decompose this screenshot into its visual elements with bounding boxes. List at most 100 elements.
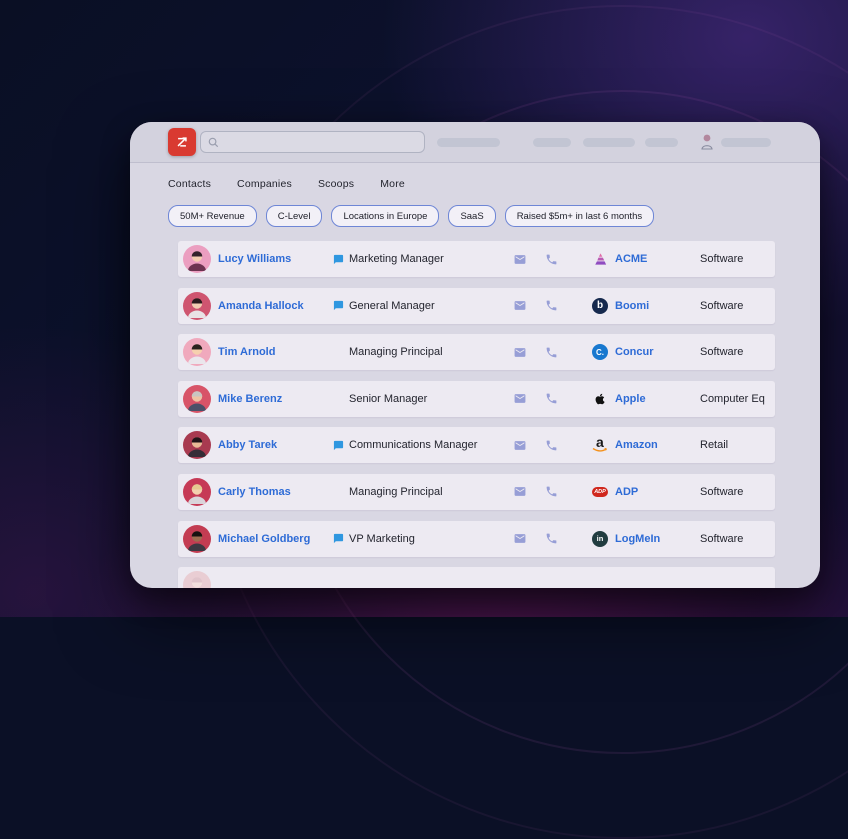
filter-chip-c-level[interactable]: C-Level [265,205,323,227]
scoop-indicator [333,474,349,510]
scoop-indicator [333,521,349,557]
speech-bubble-icon [333,301,344,311]
app-window: Contacts Companies Scoops More 50M+ Reve… [130,122,820,588]
avatar [183,571,211,588]
industry: Software [700,485,744,498]
email-icon[interactable] [512,288,538,324]
job-title: General Manager [349,299,435,312]
tab-companies[interactable]: Companies [237,178,292,190]
phone-icon[interactable] [538,521,592,557]
speech-bubble-icon [333,440,344,450]
filter-chip-locations[interactable]: Locations in Europe [331,205,440,227]
industry: Computer Eq [700,392,765,405]
job-title: Managing Principal [349,485,443,498]
industry: Retail [700,439,729,452]
email-icon[interactable] [512,241,538,277]
contact-name-link [218,567,333,588]
scoop-indicator [333,381,349,417]
tab-scoops[interactable]: Scoops [318,178,354,190]
nav-placeholder-pill [645,138,678,147]
tab-contacts[interactable]: Contacts [168,178,211,190]
job-title: Managing Principal [349,346,443,359]
phone-icon[interactable] [538,288,592,324]
scoop-indicator [333,288,349,324]
filter-chip-revenue[interactable]: 50M+ Revenue [168,205,257,227]
phone-icon[interactable] [538,241,592,277]
company-logo-logmein-icon: in [592,530,608,547]
magnifier-icon [208,137,219,147]
company-logo-amazon-icon: a [592,434,608,453]
tab-more[interactable]: More [380,178,405,190]
person-icon [701,134,713,150]
company-logo-acme-icon [592,251,608,267]
email-icon[interactable] [512,381,538,417]
job-title [349,567,512,588]
contact-name-link[interactable]: Abby Tarek [218,427,333,463]
industry: Software [700,253,744,265]
table-row[interactable]: Abby Tarek Communications Manager a Amaz… [178,427,775,464]
avatar[interactable] [183,338,211,367]
contacts-table: Lucy Williams Marketing Manager ACME Sof… [178,241,775,588]
table-row[interactable]: Mike Berenz Senior Manager Apple Compute… [178,380,775,417]
industry: Software [700,299,744,312]
company-name-link[interactable]: LogMeIn [615,533,660,545]
contact-name-link[interactable]: Mike Berenz [218,381,333,417]
search-bar[interactable] [200,131,425,153]
industry: Software [700,532,744,545]
table-row-partial[interactable] [178,567,775,588]
job-title: VP Marketing [349,532,415,545]
nav-placeholder-pill [437,138,500,147]
contact-name-link[interactable]: Amanda Hallock [218,288,333,324]
avatar[interactable] [183,431,211,460]
email-icon[interactable] [512,521,538,557]
company-logo-adp-icon: ADP [592,484,608,500]
company-name-link[interactable]: Amazon [615,439,658,451]
speech-bubble-icon [333,254,344,264]
company-logo-boomi-icon: b [592,297,608,314]
filter-chip-raised[interactable]: Raised $5m+ in last 6 months [504,205,655,227]
avatar[interactable] [183,384,211,413]
company-logo-concur-icon: C. [592,344,608,361]
filter-chip-saas[interactable]: SaaS [448,205,496,227]
main-tabs: Contacts Companies Scoops More [168,178,405,190]
company-name-link[interactable]: Boomi [615,300,649,312]
email-icon[interactable] [512,427,538,463]
phone-icon[interactable] [538,427,592,463]
company-logo-apple-icon [592,391,608,407]
company-name-link[interactable]: Concur [615,346,654,358]
phone-icon[interactable] [538,474,592,510]
table-row[interactable]: Tim Arnold Managing Principal C. Concur … [178,334,775,371]
email-icon[interactable] [512,334,538,370]
filter-chips: 50M+ Revenue C-Level Locations in Europe… [168,205,655,227]
table-row[interactable]: Lucy Williams Marketing Manager ACME Sof… [178,241,775,277]
industry: Software [700,346,744,359]
avatar[interactable] [183,291,211,320]
search-input[interactable] [225,135,417,149]
contact-name-link[interactable]: Tim Arnold [218,334,333,370]
contact-name-link[interactable]: Michael Goldberg [218,521,333,557]
contact-name-link[interactable]: Lucy Williams [218,241,333,277]
avatar[interactable] [183,477,211,506]
zoominfo-logo-icon[interactable] [168,128,196,156]
email-icon[interactable] [512,474,538,510]
app-header [130,122,820,163]
table-row[interactable]: Amanda Hallock General Manager b Boomi S… [178,287,775,324]
phone-icon[interactable] [538,381,592,417]
scoop-indicator [333,334,349,370]
nav-placeholder-pill [721,138,771,147]
scoop-indicator [333,241,349,277]
avatar[interactable] [183,524,211,553]
job-title: Senior Manager [349,392,428,405]
avatar[interactable] [183,245,211,273]
company-name-link[interactable]: Apple [615,393,646,405]
scoop-indicator [333,427,349,463]
job-title: Communications Manager [349,439,478,452]
contact-name-link[interactable]: Carly Thomas [218,474,333,510]
company-name-link[interactable]: ADP [615,486,638,498]
company-name-link[interactable]: ACME [615,253,647,265]
table-row[interactable]: Carly Thomas Managing Principal ADP ADP … [178,473,775,510]
nav-placeholder-pill [583,138,635,147]
phone-icon[interactable] [538,334,592,370]
table-row[interactable]: Michael Goldberg VP Marketing in LogMeIn… [178,520,775,557]
nav-placeholder-pill [533,138,571,147]
